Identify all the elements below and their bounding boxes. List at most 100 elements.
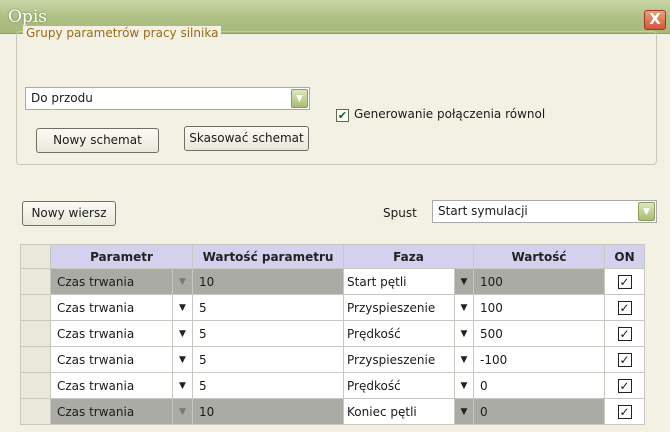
on-checkbox[interactable]: ✓ — [617, 404, 632, 419]
param-cell[interactable]: Czas trwania — [50, 372, 173, 399]
phase-text: Prędkość — [347, 378, 401, 393]
row-selector[interactable] — [20, 346, 51, 373]
column-header-param-value[interactable]: Wartość parametru — [192, 244, 345, 269]
column-header-on[interactable]: ON — [604, 244, 646, 269]
value-cell[interactable]: 0 — [473, 372, 606, 399]
chevron-down-icon[interactable]: ▼ — [171, 320, 194, 347]
value-text: 100 — [480, 274, 503, 289]
trigger-value: Start symulacji — [438, 204, 528, 218]
on-checkbox[interactable]: ✓ — [617, 352, 632, 367]
chevron-down-icon[interactable]: ▼ — [638, 202, 655, 221]
phase-cell[interactable]: Przyspieszenie — [343, 294, 456, 321]
parameters-grid: Parametr Wartość parametru Faza Wartość … — [20, 244, 646, 425]
chevron-down-icon[interactable]: ▼ — [454, 346, 475, 373]
row-header-corner — [20, 244, 51, 269]
on-checkbox[interactable]: ✓ — [617, 326, 632, 341]
column-header-value[interactable]: Wartość — [473, 244, 606, 269]
chevron-down-icon[interactable]: ▼ — [171, 346, 194, 373]
param-value-text: 5 — [199, 352, 207, 367]
on-cell[interactable]: ✓ — [604, 320, 646, 347]
delete-scheme-button[interactable]: Skasować schemat — [184, 126, 309, 151]
table-row[interactable]: Czas trwania ▼ 5 Przyspieszenie ▼ -100 ✓ — [20, 346, 646, 373]
on-checkbox[interactable]: ✓ — [617, 300, 632, 315]
table-row[interactable]: Czas trwania ▼ 10 Koniec pętli ▼ 0 ✓ — [20, 398, 646, 425]
row-selector[interactable] — [20, 268, 51, 295]
close-button[interactable]: X — [644, 10, 666, 30]
value-text: 500 — [480, 326, 503, 341]
table-row[interactable]: Czas trwania ▼ 5 Prędkość ▼ 500 ✓ — [20, 320, 646, 347]
param-text: Czas trwania — [57, 404, 135, 419]
chevron-down-icon[interactable]: ▼ — [454, 294, 475, 321]
on-cell[interactable]: ✓ — [604, 294, 646, 321]
param-value-text: 5 — [199, 326, 207, 341]
trigger-select[interactable]: Start symulacji ▼ — [432, 200, 657, 223]
value-text: -100 — [480, 352, 508, 367]
param-cell[interactable]: Czas trwania — [50, 320, 173, 347]
param-text: Czas trwania — [57, 274, 135, 289]
direction-select[interactable]: Do przodu ▼ — [25, 87, 310, 110]
table-row[interactable]: Czas trwania ▼ 10 Start pętli ▼ 100 ✓ — [20, 268, 646, 295]
value-cell[interactable]: 500 — [473, 320, 606, 347]
param-value-cell[interactable]: 5 — [192, 294, 345, 321]
phase-text: Przyspieszenie — [347, 352, 436, 367]
phase-cell[interactable]: Przyspieszenie — [343, 346, 456, 373]
column-header-phase[interactable]: Faza — [343, 244, 475, 269]
param-cell[interactable]: Czas trwania — [50, 294, 173, 321]
on-cell[interactable]: ✓ — [604, 268, 646, 295]
param-value-cell[interactable]: 10 — [192, 398, 345, 425]
table-row[interactable]: Czas trwania ▼ 5 Prędkość ▼ 0 ✓ — [20, 372, 646, 399]
table-row[interactable]: Czas trwania ▼ 5 Przyspieszenie ▼ 100 ✓ — [20, 294, 646, 321]
window-title: Opis — [8, 7, 47, 27]
phase-text: Prędkość — [347, 326, 401, 341]
param-value-text: 10 — [199, 404, 215, 419]
on-cell[interactable]: ✓ — [604, 346, 646, 373]
chevron-down-icon[interactable]: ▼ — [454, 398, 475, 425]
phase-cell[interactable]: Prędkość — [343, 372, 456, 399]
phase-cell[interactable]: Start pętli — [343, 268, 456, 295]
grid-header-row: Parametr Wartość parametru Faza Wartość … — [20, 244, 646, 269]
chevron-down-icon[interactable]: ▼ — [454, 268, 475, 295]
param-value-cell[interactable]: 5 — [192, 346, 345, 373]
chevron-down-icon[interactable]: ▼ — [454, 372, 475, 399]
generate-label: Generowanie połączenia równol — [354, 107, 546, 121]
value-cell[interactable]: -100 — [473, 346, 606, 373]
param-value-cell[interactable]: 5 — [192, 320, 345, 347]
param-cell[interactable]: Czas trwania — [50, 268, 173, 295]
chevron-down-icon[interactable]: ▼ — [291, 89, 308, 108]
phase-text: Start pętli — [347, 274, 407, 289]
on-checkbox[interactable]: ✓ — [617, 378, 632, 393]
chevron-down-icon[interactable]: ▼ — [454, 320, 475, 347]
param-value-text: 5 — [199, 300, 207, 315]
param-value-cell[interactable]: 10 — [192, 268, 345, 295]
direction-value: Do przodu — [31, 91, 93, 105]
value-text: 0 — [480, 404, 488, 419]
param-cell[interactable]: Czas trwania — [50, 398, 173, 425]
on-cell[interactable]: ✓ — [604, 398, 646, 425]
phase-cell[interactable]: Koniec pętli — [343, 398, 456, 425]
chevron-down-icon[interactable]: ▼ — [171, 398, 194, 425]
row-selector[interactable] — [20, 372, 51, 399]
phase-cell[interactable]: Prędkość — [343, 320, 456, 347]
value-cell[interactable]: 0 — [473, 398, 606, 425]
on-checkbox[interactable]: ✓ — [617, 274, 632, 289]
row-selector[interactable] — [20, 320, 51, 347]
row-selector[interactable] — [20, 398, 51, 425]
param-text: Czas trwania — [57, 378, 135, 393]
close-icon: X — [649, 10, 661, 28]
chevron-down-icon[interactable]: ▼ — [171, 372, 194, 399]
value-cell[interactable]: 100 — [473, 294, 606, 321]
generate-checkbox[interactable]: ✔ — [336, 109, 349, 122]
new-scheme-button[interactable]: Nowy schemat — [36, 128, 159, 153]
row-selector[interactable] — [20, 294, 51, 321]
param-value-text: 5 — [199, 378, 207, 393]
new-row-button[interactable]: Nowy wiersz — [22, 201, 116, 226]
value-text: 100 — [480, 300, 503, 315]
chevron-down-icon[interactable]: ▼ — [171, 294, 194, 321]
chevron-down-icon[interactable]: ▼ — [171, 268, 194, 295]
param-cell[interactable]: Czas trwania — [50, 346, 173, 373]
param-text: Czas trwania — [57, 326, 135, 341]
param-value-cell[interactable]: 5 — [192, 372, 345, 399]
value-cell[interactable]: 100 — [473, 268, 606, 295]
on-cell[interactable]: ✓ — [604, 372, 646, 399]
column-header-param[interactable]: Parametr — [49, 244, 194, 269]
